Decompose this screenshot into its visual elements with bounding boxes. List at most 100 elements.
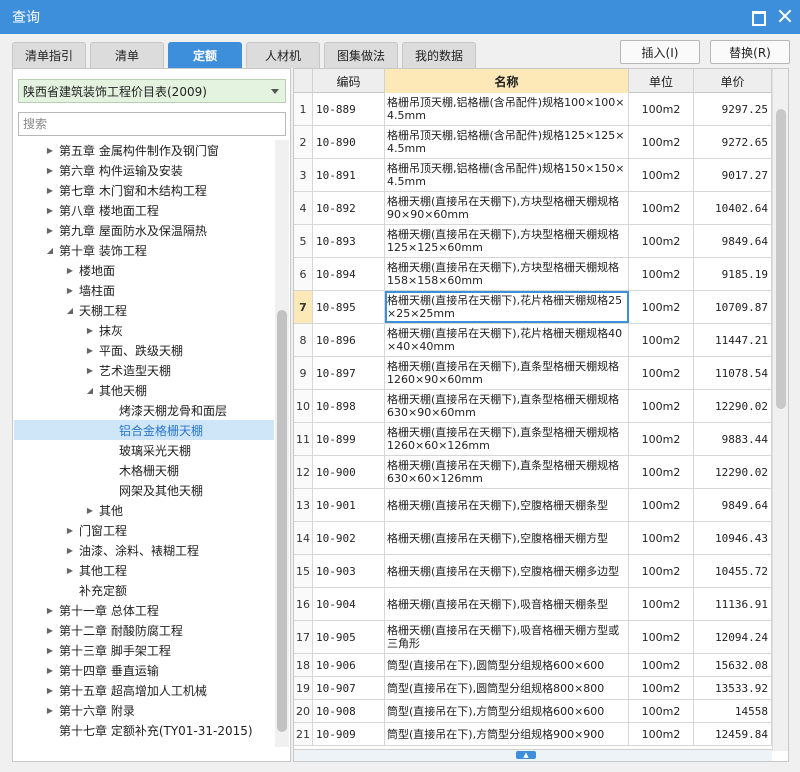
row-name[interactable]: 筒型(直接吊在下),方筒型分组规格600×600 <box>385 700 629 722</box>
row-name[interactable]: 格栅天棚(直接吊在天棚下),花片格栅天棚规格40×40×40mm <box>385 324 629 356</box>
close-icon[interactable] <box>778 9 792 23</box>
row-unit[interactable]: 100m2 <box>629 423 694 455</box>
tree-item[interactable]: ▶ 其他工程 <box>14 560 274 580</box>
collapse-icon[interactable]: ◢ <box>43 240 57 260</box>
row-unit[interactable]: 100m2 <box>629 126 694 158</box>
row-name[interactable]: 格栅天棚(直接吊在天棚下),直条型格栅天棚规格630×60×126mm <box>385 456 629 488</box>
expand-icon[interactable]: ▶ <box>43 680 57 700</box>
tree-item[interactable]: ▶ 第六章 构件运输及安装 <box>14 160 274 180</box>
search-input[interactable] <box>19 113 285 135</box>
row-name[interactable]: 格栅天棚(直接吊在天棚下),直条型格栅天棚规格1260×90×60mm <box>385 357 629 389</box>
expand-icon[interactable]: ▶ <box>83 360 97 380</box>
table-row[interactable]: 16 10-904 格栅天棚(直接吊在天棚下),吸音格栅天棚条型 100m2 11136… <box>294 588 772 621</box>
row-price[interactable]: 12459.84 <box>694 723 772 745</box>
table-row[interactable]: 21 10-909 筒型(直接吊在下),方筒型分组规格900×900 100m2 124… <box>294 723 772 746</box>
expand-icon[interactable]: ▶ <box>43 600 57 620</box>
row-price[interactable]: 11078.54 <box>694 357 772 389</box>
table-row[interactable]: 13 10-901 格栅天棚(直接吊在天棚下),空腹格栅天棚条型 100m2 9849.… <box>294 489 772 522</box>
header-code[interactable]: 编码 <box>313 69 385 93</box>
expand-icon[interactable]: ▶ <box>83 340 97 360</box>
expand-icon[interactable]: ▶ <box>83 500 97 520</box>
row-code[interactable]: 10-894 <box>313 258 385 290</box>
row-price[interactable]: 9185.19 <box>694 258 772 290</box>
row-unit[interactable]: 100m2 <box>629 159 694 191</box>
row-unit[interactable]: 100m2 <box>629 258 694 290</box>
row-name[interactable]: 格栅天棚(直接吊在天棚下),空腹格栅天棚条型 <box>385 489 629 521</box>
tab-atlas-method[interactable]: 图集做法 <box>324 42 399 68</box>
tree-item[interactable]: ▶ 第十六章 附录 <box>14 700 274 720</box>
row-code[interactable]: 10-900 <box>313 456 385 488</box>
tree-item[interactable]: ◢ 天棚工程 <box>14 300 274 320</box>
tree-item[interactable]: ▶ 墙柱面 <box>14 280 274 300</box>
tree-item[interactable]: ▶ 油漆、涂料、裱糊工程 <box>14 540 274 560</box>
row-code[interactable]: 10-895 <box>313 291 385 323</box>
table-row[interactable]: 15 10-903 格栅天棚(直接吊在天棚下),空腹格栅天棚多边型 100m2 1045… <box>294 555 772 588</box>
row-price[interactable]: 13533.92 <box>694 677 772 699</box>
table-row[interactable]: 5 10-893 格栅天棚(直接吊在天棚下),方块型格栅天棚规格125×125×60… <box>294 225 772 258</box>
row-unit[interactable]: 100m2 <box>629 291 694 323</box>
tree-item[interactable]: ▶ 第十五章 超高增加人工机械 <box>14 680 274 700</box>
row-price[interactable]: 12094.24 <box>694 621 772 653</box>
row-code[interactable]: 10-901 <box>313 489 385 521</box>
insert-button[interactable]: 插入(I) <box>620 40 700 64</box>
row-unit[interactable]: 100m2 <box>629 555 694 587</box>
row-code[interactable]: 10-906 <box>313 654 385 676</box>
row-price[interactable]: 9849.64 <box>694 225 772 257</box>
row-name[interactable]: 格栅天棚(直接吊在天棚下),吸音格栅天棚方型或三角形 <box>385 621 629 653</box>
table-row[interactable]: 14 10-902 格栅天棚(直接吊在天棚下),空腹格栅天棚方型 100m2 10946… <box>294 522 772 555</box>
row-unit[interactable]: 100m2 <box>629 192 694 224</box>
expand-up-icon[interactable]: ▲ <box>516 751 536 759</box>
row-price[interactable]: 9272.65 <box>694 126 772 158</box>
row-name[interactable]: 格栅天棚(直接吊在天棚下),直条型格栅天棚规格1260×60×126mm <box>385 423 629 455</box>
expand-icon[interactable]: ▶ <box>43 220 57 240</box>
tree-item[interactable]: 第十七章 定额补充(TY01-31-2015) <box>14 720 274 740</box>
table-row[interactable]: 8 10-896 格栅天棚(直接吊在天棚下),花片格栅天棚规格40×40×40mm 1… <box>294 324 772 357</box>
row-unit[interactable]: 100m2 <box>629 654 694 676</box>
row-code[interactable]: 10-909 <box>313 723 385 745</box>
row-code[interactable]: 10-892 <box>313 192 385 224</box>
tree-item[interactable]: ▶ 艺术造型天棚 <box>14 360 274 380</box>
header-unit[interactable]: 单位 <box>629 69 694 93</box>
tree-item[interactable]: ▶ 第五章 金属构件制作及钢门窗 <box>14 140 274 160</box>
row-code[interactable]: 10-890 <box>313 126 385 158</box>
tree-scroll-thumb[interactable] <box>277 310 287 732</box>
collapse-icon[interactable]: ◢ <box>83 380 97 400</box>
row-name[interactable]: 格栅天棚(直接吊在天棚下),方块型格栅天棚规格125×125×60mm <box>385 225 629 257</box>
row-unit[interactable]: 100m2 <box>629 357 694 389</box>
table-row[interactable]: 3 10-891 格栅吊顶天棚,铝格栅(含吊配件)规格150×150×4.5mm 10… <box>294 159 772 192</box>
splitter-bar[interactable]: ▲ <box>294 749 772 761</box>
row-price[interactable]: 14558 <box>694 700 772 722</box>
tree-item[interactable]: ▶ 第十二章 耐酸防腐工程 <box>14 620 274 640</box>
row-name[interactable]: 筒型(直接吊在下),圆筒型分组规格600×600 <box>385 654 629 676</box>
tree-item[interactable]: ▶ 平面、跌级天棚 <box>14 340 274 360</box>
row-unit[interactable]: 100m2 <box>629 390 694 422</box>
table-row[interactable]: 4 10-892 格栅天棚(直接吊在天棚下),方块型格栅天棚规格90×90×60mm… <box>294 192 772 225</box>
row-name[interactable]: 格栅天棚(直接吊在天棚下),直条型格栅天棚规格630×90×60mm <box>385 390 629 422</box>
table-row[interactable]: 12 10-900 格栅天棚(直接吊在天棚下),直条型格栅天棚规格630×60×12… <box>294 456 772 489</box>
row-code[interactable]: 10-903 <box>313 555 385 587</box>
row-unit[interactable]: 100m2 <box>629 588 694 620</box>
expand-icon[interactable]: ▶ <box>63 520 77 540</box>
table-row[interactable]: 17 10-905 格栅天棚(直接吊在天棚下),吸音格栅天棚方型或三角形 100m2 1… <box>294 621 772 654</box>
expand-icon[interactable]: ▶ <box>43 700 57 720</box>
row-price[interactable]: 9017.27 <box>694 159 772 191</box>
grid-scrollbar[interactable] <box>772 69 788 751</box>
tree-item[interactable]: ▶ 门窗工程 <box>14 520 274 540</box>
tree-item[interactable]: 网架及其他天棚 <box>14 480 274 500</box>
search-field[interactable] <box>18 112 286 136</box>
expand-icon[interactable]: ▶ <box>43 160 57 180</box>
table-row[interactable]: 9 10-897 格栅天棚(直接吊在天棚下),直条型格栅天棚规格1260×90×60… <box>294 357 772 390</box>
table-row[interactable]: 7 10-895 格栅天棚(直接吊在天棚下),花片格栅天棚规格25×25×25mm 1… <box>294 291 772 324</box>
header-name[interactable]: 名称 <box>385 69 629 93</box>
row-price[interactable]: 10402.64 <box>694 192 772 224</box>
tab-quota[interactable]: 定额 <box>168 42 243 68</box>
expand-icon[interactable]: ▶ <box>63 280 77 300</box>
tree-item[interactable]: ▶ 抹灰 <box>14 320 274 340</box>
replace-button[interactable]: 替换(R) <box>710 40 790 64</box>
tree-item[interactable]: ▶ 第十三章 脚手架工程 <box>14 640 274 660</box>
row-name[interactable]: 格栅天棚(直接吊在天棚下),花片格栅天棚规格25×25×25mm <box>385 291 629 323</box>
maximize-icon[interactable] <box>750 9 766 26</box>
row-name[interactable]: 格栅天棚(直接吊在天棚下),空腹格栅天棚方型 <box>385 522 629 554</box>
table-row[interactable]: 18 10-906 筒型(直接吊在下),圆筒型分组规格600×600 100m2 156… <box>294 654 772 677</box>
expand-icon[interactable]: ▶ <box>43 640 57 660</box>
